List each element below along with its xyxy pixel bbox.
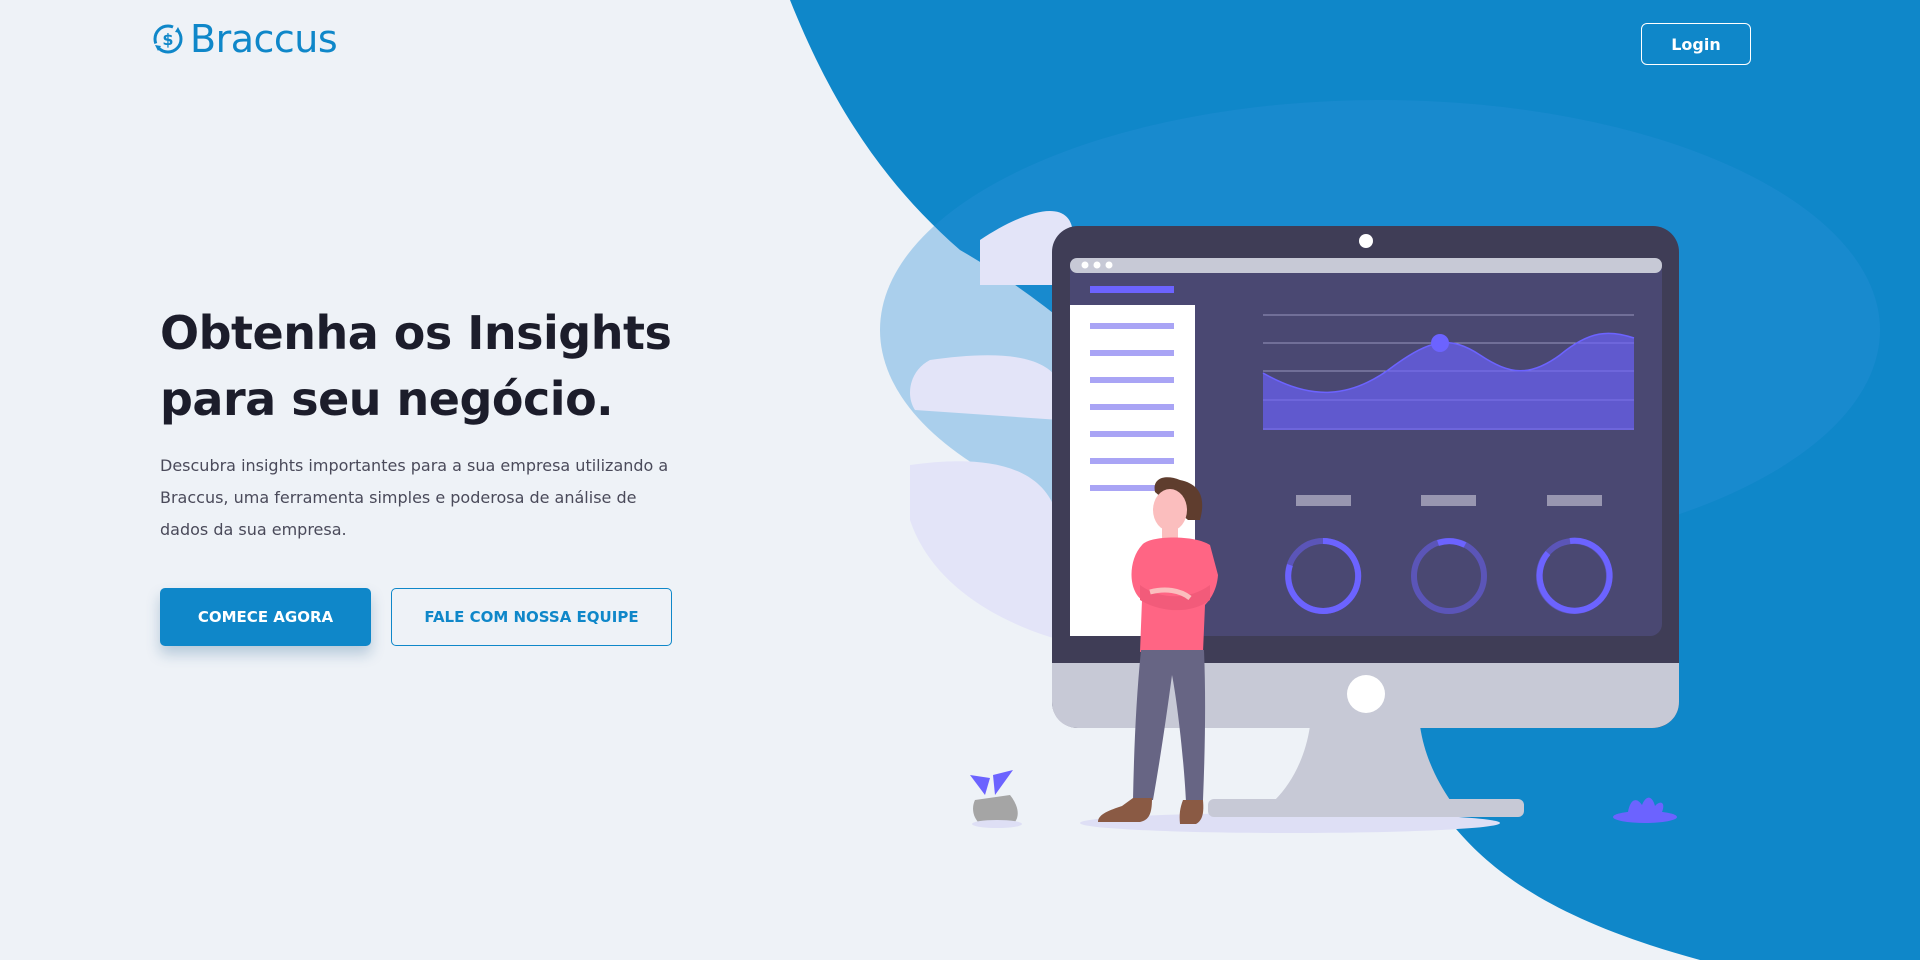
hero-title-line-2: para seu negócio. [160,372,614,426]
left-plant [970,770,1022,828]
landing-page: $ Braccus Login Obtenha os Insights para… [0,0,1920,960]
hero-title-line-1: Obtenha os Insights [160,306,672,360]
hero-description: Descubra insights importantes para a sua… [160,456,669,539]
hero-section: Obtenha os Insights para seu negócio. De… [160,300,720,546]
brand-name: Braccus [190,17,338,61]
cta-buttons: COMECE AGORA FALE COM NOSSA EQUIPE [160,588,672,646]
svg-text:$: $ [162,30,173,49]
dashboard-illustration [910,211,1679,833]
brand-logo[interactable]: $ Braccus [150,17,338,61]
contact-team-button[interactable]: FALE COM NOSSA EQUIPE [391,588,672,646]
get-started-button[interactable]: COMECE AGORA [160,588,371,646]
hero-title: Obtenha os Insights para seu negócio. [160,300,720,432]
login-button[interactable]: Login [1641,23,1751,65]
dollar-cycle-icon: $ [153,24,183,54]
monitor-stand [1275,726,1450,800]
right-plant [1613,797,1677,823]
